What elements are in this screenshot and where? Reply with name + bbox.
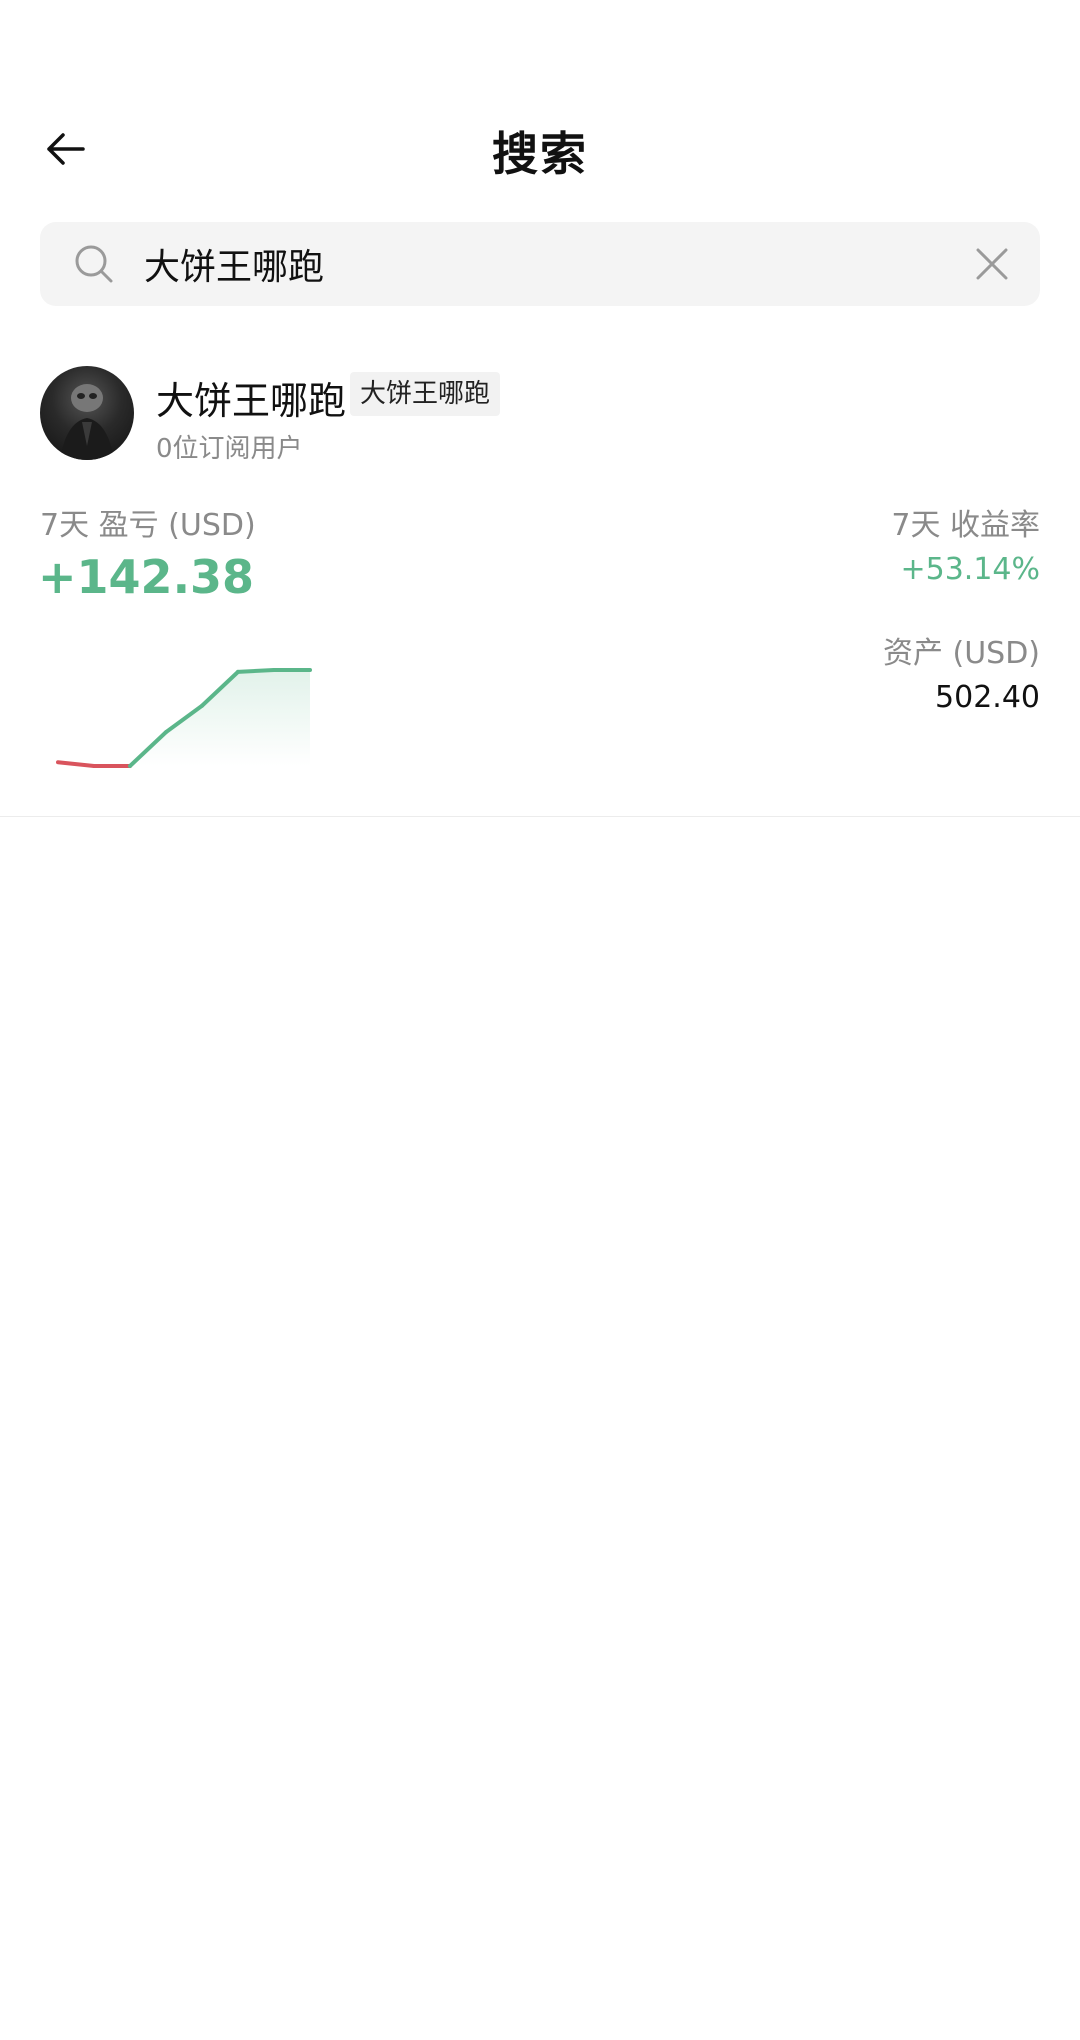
user-tag: 大饼王哪跑 <box>350 372 501 416</box>
pnl-value: +142.38 <box>38 550 255 604</box>
avatar[interactable] <box>40 366 134 460</box>
search-icon <box>75 245 113 283</box>
subscriber-count: 0位订阅用户 <box>156 434 303 464</box>
roi-value: +53.14% <box>900 552 1040 587</box>
search-bar[interactable] <box>40 222 1040 306</box>
avatar-image <box>60 384 114 460</box>
pnl-sparkline <box>56 668 312 768</box>
assets-label: 资产 (USD) <box>882 636 1040 671</box>
search-input[interactable] <box>136 222 976 306</box>
header: 搜索 <box>0 100 1080 196</box>
result-item[interactable]: 大饼王哪跑 大饼王哪跑 0位订阅用户 7天 盈亏 (USD) +142.38 7… <box>0 350 1080 817</box>
assets-value: 502.40 <box>935 680 1040 715</box>
close-icon[interactable] <box>974 246 1010 282</box>
pnl-label: 7天 盈亏 (USD) <box>40 508 256 543</box>
sparkline-segment <box>236 668 276 674</box>
user-name[interactable]: 大饼王哪跑 <box>156 370 346 425</box>
roi-label: 7天 收益率 <box>891 508 1040 543</box>
page-title: 搜索 <box>492 127 588 181</box>
